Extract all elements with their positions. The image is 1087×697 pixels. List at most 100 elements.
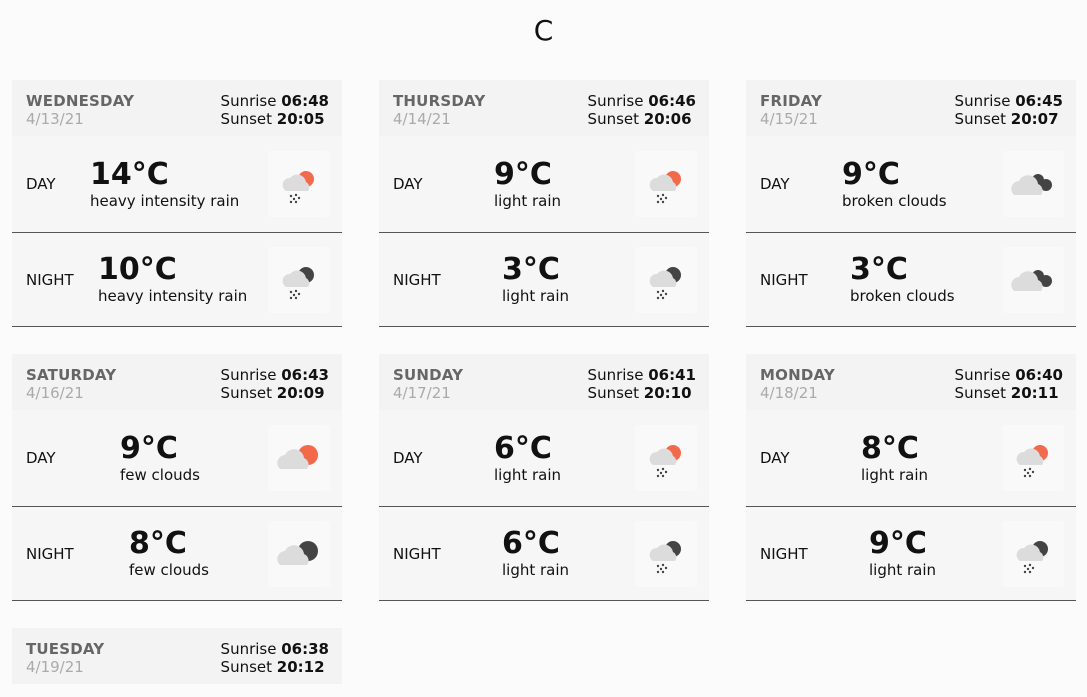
night-label: NIGHT bbox=[760, 544, 808, 563]
sunrise-time: 06:48 bbox=[281, 92, 329, 110]
day-date: 4/16/21 bbox=[26, 384, 84, 402]
day-card-sunday: SUNDAY 4/17/21 Sunrise 06:41 Sunset 20:1… bbox=[379, 354, 709, 601]
day-forecast-row: DAY 14°C heavy intensity rain bbox=[12, 136, 342, 233]
day-temperature: 14°C bbox=[90, 156, 169, 192]
sunrise-time: 06:38 bbox=[281, 640, 329, 658]
sun-times: Sunrise 06:45 Sunset 20:07 bbox=[955, 92, 1063, 128]
sun-times: Sunrise 06:40 Sunset 20:11 bbox=[955, 366, 1063, 402]
day-card-wednesday: WEDNESDAY 4/13/21 Sunrise 06:48 Sunset 2… bbox=[12, 80, 342, 327]
day-date: 4/17/21 bbox=[393, 384, 451, 402]
sunrise-label: Sunrise bbox=[220, 366, 277, 384]
rain-night-icon bbox=[268, 246, 330, 313]
day-card-tuesday: TUESDAY 4/19/21 Sunrise 06:38 Sunset 20:… bbox=[12, 628, 342, 684]
sunrise-label: Sunrise bbox=[220, 92, 277, 110]
sun-times: Sunrise 06:41 Sunset 20:10 bbox=[588, 366, 696, 402]
sun-times: Sunrise 06:38 Sunset 20:12 bbox=[221, 640, 329, 676]
day-temp-block: 14°C heavy intensity rain bbox=[90, 136, 290, 232]
day-name: THURSDAY bbox=[393, 92, 486, 110]
day-label: DAY bbox=[393, 449, 423, 467]
sunset-time: 20:10 bbox=[643, 384, 692, 402]
sunset-label: Sunset bbox=[220, 110, 273, 128]
night-forecast-row: NIGHT 10°C heavy intensity rain bbox=[12, 233, 342, 327]
day-card-header: MONDAY 4/18/21 Sunrise 06:40 Sunset 20:1… bbox=[746, 354, 1076, 410]
sunset-label: Sunset bbox=[220, 384, 273, 402]
day-card-header: SATURDAY 4/16/21 Sunrise 06:43 Sunset 20… bbox=[12, 354, 342, 410]
sunset-time: 20:11 bbox=[1010, 384, 1059, 402]
sunrise-time: 06:40 bbox=[1015, 366, 1063, 384]
day-name: FRIDAY bbox=[760, 92, 823, 110]
sun-times: Sunrise 06:43 Sunset 20:09 bbox=[221, 366, 329, 402]
sunset-time: 20:07 bbox=[1010, 110, 1059, 128]
sunset-time: 20:09 bbox=[276, 384, 325, 402]
sunset-time: 20:05 bbox=[276, 110, 325, 128]
day-forecast-row: DAY 6°C light rain bbox=[379, 410, 709, 507]
rain-day-icon bbox=[635, 425, 697, 491]
day-card-thursday: THURSDAY 4/14/21 Sunrise 06:46 Sunset 20… bbox=[379, 80, 709, 327]
sunset-label: Sunset bbox=[587, 384, 640, 402]
sunset-label: Sunset bbox=[220, 658, 273, 676]
night-label: NIGHT bbox=[26, 544, 74, 563]
sunrise-time: 06:46 bbox=[648, 92, 696, 110]
few-clouds-night-icon bbox=[268, 520, 330, 587]
night-label: NIGHT bbox=[393, 270, 441, 289]
night-label: NIGHT bbox=[26, 270, 74, 289]
rain-night-icon bbox=[1002, 520, 1064, 587]
day-description: heavy intensity rain bbox=[90, 191, 240, 210]
day-name: WEDNESDAY bbox=[26, 92, 135, 110]
night-forecast-row: NIGHT 8°C few clouds bbox=[12, 507, 342, 601]
sun-times: Sunrise 06:48 Sunset 20:05 bbox=[221, 92, 329, 128]
sunset-label: Sunset bbox=[954, 110, 1007, 128]
night-label: NIGHT bbox=[393, 544, 441, 563]
sunrise-label: Sunrise bbox=[220, 640, 277, 658]
day-name: MONDAY bbox=[760, 366, 835, 384]
rain-day-icon bbox=[1002, 425, 1064, 491]
day-date: 4/19/21 bbox=[26, 658, 84, 676]
sun-times: Sunrise 06:46 Sunset 20:06 bbox=[588, 92, 696, 128]
day-card-header: THURSDAY 4/14/21 Sunrise 06:46 Sunset 20… bbox=[379, 80, 709, 136]
day-forecast-row: DAY 9°C broken clouds bbox=[746, 136, 1076, 233]
day-card-header: FRIDAY 4/15/21 Sunrise 06:45 Sunset 20:0… bbox=[746, 80, 1076, 136]
day-card-header: SUNDAY 4/17/21 Sunrise 06:41 Sunset 20:1… bbox=[379, 354, 709, 410]
day-label: DAY bbox=[760, 175, 790, 193]
night-forecast-row: NIGHT 3°C light rain bbox=[379, 233, 709, 327]
day-card-header: TUESDAY 4/19/21 Sunrise 06:38 Sunset 20:… bbox=[12, 628, 342, 684]
sunrise-label: Sunrise bbox=[954, 366, 1011, 384]
day-date: 4/13/21 bbox=[26, 110, 84, 128]
sunrise-time: 06:43 bbox=[281, 366, 329, 384]
sunrise-label: Sunrise bbox=[587, 92, 644, 110]
sunset-time: 20:06 bbox=[643, 110, 692, 128]
day-name: SATURDAY bbox=[26, 366, 117, 384]
sunrise-time: 06:41 bbox=[648, 366, 696, 384]
night-forecast-row: NIGHT 3°C broken clouds bbox=[746, 233, 1076, 327]
sunset-label: Sunset bbox=[954, 384, 1007, 402]
day-card-monday: MONDAY 4/18/21 Sunrise 06:40 Sunset 20:1… bbox=[746, 354, 1076, 601]
day-card-saturday: SATURDAY 4/16/21 Sunrise 06:43 Sunset 20… bbox=[12, 354, 342, 601]
rain-day-icon bbox=[635, 151, 697, 217]
day-forecast-row: DAY 9°C light rain bbox=[379, 136, 709, 233]
broken-clouds-icon bbox=[1002, 246, 1064, 313]
rain-night-icon bbox=[635, 520, 697, 587]
day-forecast-row: DAY 8°C light rain bbox=[746, 410, 1076, 507]
sunset-time: 20:12 bbox=[276, 658, 325, 676]
night-forecast-row: NIGHT 6°C light rain bbox=[379, 507, 709, 601]
day-card-friday: FRIDAY 4/15/21 Sunrise 06:45 Sunset 20:0… bbox=[746, 80, 1076, 327]
night-label: NIGHT bbox=[760, 270, 808, 289]
day-date: 4/15/21 bbox=[760, 110, 818, 128]
day-name: SUNDAY bbox=[393, 366, 464, 384]
day-label: DAY bbox=[26, 175, 56, 193]
sunset-label: Sunset bbox=[587, 110, 640, 128]
unit-toggle[interactable]: C bbox=[0, 14, 1087, 48]
rain-day-icon bbox=[268, 151, 330, 217]
day-label: DAY bbox=[760, 449, 790, 467]
sunrise-time: 06:45 bbox=[1015, 92, 1063, 110]
day-label: DAY bbox=[393, 175, 423, 193]
day-name: TUESDAY bbox=[26, 640, 105, 658]
sunrise-label: Sunrise bbox=[587, 366, 644, 384]
day-forecast-row: DAY 9°C few clouds bbox=[12, 410, 342, 507]
rain-night-icon bbox=[635, 246, 697, 313]
day-date: 4/18/21 bbox=[760, 384, 818, 402]
broken-clouds-icon bbox=[1002, 151, 1064, 217]
day-date: 4/14/21 bbox=[393, 110, 451, 128]
few-clouds-day-icon bbox=[268, 425, 330, 491]
day-card-header: WEDNESDAY 4/13/21 Sunrise 06:48 Sunset 2… bbox=[12, 80, 342, 136]
